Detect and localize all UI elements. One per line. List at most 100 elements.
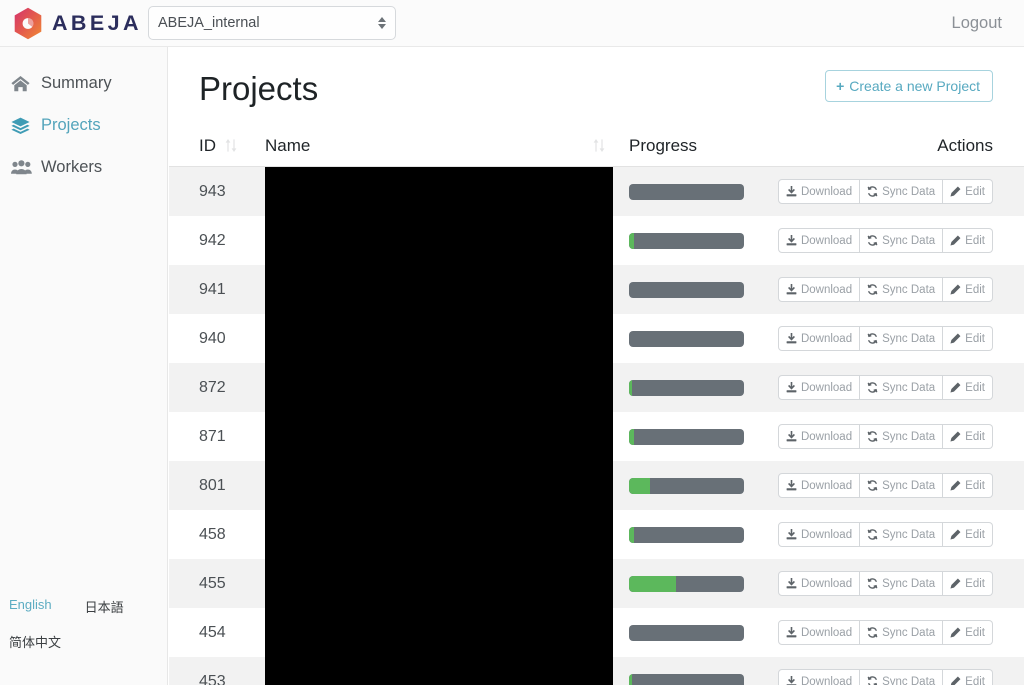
cell-progress — [613, 526, 763, 543]
edit-label: Edit — [965, 332, 985, 345]
edit-button[interactable]: Edit — [943, 669, 993, 685]
brand-logo[interactable]: ABEJA — [0, 7, 148, 40]
table-row[interactable]: 453 Download Sync Data Edit — [169, 657, 1024, 685]
pencil-icon — [950, 235, 961, 246]
column-header-name[interactable]: Name — [265, 136, 613, 156]
sync-data-button[interactable]: Sync Data — [860, 571, 944, 596]
cell-project-id: 455 — [199, 574, 226, 592]
home-icon — [11, 75, 33, 92]
abeja-hexagon-logo-icon — [13, 7, 43, 40]
table-row[interactable]: 454 Download Sync Data Edit — [169, 608, 1024, 657]
progress-bar-fill — [629, 673, 633, 685]
sidebar: Summary Projects Workers English 日本語 简体中… — [0, 47, 168, 685]
edit-button[interactable]: Edit — [943, 326, 993, 351]
progress-bar-fill — [629, 575, 677, 592]
cell-project-id: 940 — [199, 329, 226, 347]
edit-button[interactable]: Edit — [943, 179, 993, 204]
download-label: Download — [800, 283, 853, 296]
download-button[interactable]: Download — [777, 277, 861, 302]
download-button[interactable]: Download — [777, 669, 861, 685]
sort-updown-icon[interactable] — [225, 138, 237, 153]
download-button[interactable]: Download — [777, 571, 861, 596]
download-icon — [786, 627, 797, 638]
cell-progress — [613, 673, 763, 685]
pencil-icon — [950, 578, 961, 589]
page-header: Projects + Create a new Project — [169, 47, 1024, 105]
projects-table: ID Name Progress Actions 943 Download Sy… — [169, 125, 1024, 685]
edit-button[interactable]: Edit — [943, 522, 993, 547]
edit-button[interactable]: Edit — [943, 228, 993, 253]
language-japanese[interactable]: 日本語 — [85, 597, 124, 616]
language-simplified-chinese[interactable]: 简体中文 — [9, 632, 61, 651]
sync-icon — [867, 480, 878, 491]
create-new-project-button[interactable]: + Create a new Project — [825, 70, 993, 102]
sync-data-label: Sync Data — [882, 332, 936, 345]
sync-data-button[interactable]: Sync Data — [860, 179, 944, 204]
organization-select[interactable]: ABEJA_internal — [148, 6, 396, 40]
sync-data-button[interactable]: Sync Data — [860, 375, 944, 400]
sidebar-item-summary[interactable]: Summary — [0, 66, 167, 101]
sync-data-button[interactable]: Sync Data — [860, 277, 944, 302]
main-content: Projects + Create a new Project ID Name — [169, 47, 1024, 685]
edit-button[interactable]: Edit — [943, 375, 993, 400]
edit-button[interactable]: Edit — [943, 277, 993, 302]
table-row[interactable]: 871 Download Sync Data Edit — [169, 412, 1024, 461]
edit-label: Edit — [965, 626, 985, 639]
edit-button[interactable]: Edit — [943, 424, 993, 449]
download-button[interactable]: Download — [777, 522, 861, 547]
cell-actions: Download Sync Data Edit — [763, 228, 993, 253]
table-row[interactable]: 801 Download Sync Data Edit — [169, 461, 1024, 510]
cell-project-id: 872 — [199, 378, 226, 396]
progress-bar — [629, 183, 744, 200]
download-icon — [786, 676, 797, 685]
table-row[interactable]: 872 Download Sync Data Edit — [169, 363, 1024, 412]
table-row[interactable]: 455 Download Sync Data Edit — [169, 559, 1024, 608]
edit-button[interactable]: Edit — [943, 571, 993, 596]
sync-data-button[interactable]: Sync Data — [860, 424, 944, 449]
column-header-id[interactable]: ID — [199, 136, 265, 156]
download-label: Download — [800, 675, 853, 685]
sidebar-item-workers[interactable]: Workers — [0, 150, 167, 185]
table-row[interactable]: 458 Download Sync Data Edit — [169, 510, 1024, 559]
download-button[interactable]: Download — [777, 473, 861, 498]
edit-button[interactable]: Edit — [943, 620, 993, 645]
logout-link[interactable]: Logout — [952, 14, 1002, 33]
progress-bar — [629, 526, 744, 543]
layers-icon — [11, 117, 33, 134]
table-row[interactable]: 942 Download Sync Data Edit — [169, 216, 1024, 265]
sync-data-label: Sync Data — [882, 283, 936, 296]
download-button[interactable]: Download — [777, 620, 861, 645]
sidebar-item-projects[interactable]: Projects — [0, 108, 167, 143]
sync-data-label: Sync Data — [882, 185, 936, 198]
pencil-icon — [950, 186, 961, 197]
row-action-button-group: Download Sync Data Edit — [777, 179, 993, 204]
sync-data-button[interactable]: Sync Data — [860, 473, 944, 498]
sort-updown-icon[interactable] — [593, 138, 605, 153]
sync-data-button[interactable]: Sync Data — [860, 326, 944, 351]
download-icon — [786, 578, 797, 589]
download-button[interactable]: Download — [777, 179, 861, 204]
sync-icon — [867, 284, 878, 295]
download-button[interactable]: Download — [777, 375, 861, 400]
edit-label: Edit — [965, 381, 985, 394]
download-button[interactable]: Download — [777, 228, 861, 253]
download-button[interactable]: Download — [777, 424, 861, 449]
table-row[interactable]: 940 Download Sync Data Edit — [169, 314, 1024, 363]
plus-icon: + — [836, 78, 845, 94]
language-english[interactable]: English — [9, 597, 52, 616]
sync-data-button[interactable]: Sync Data — [860, 522, 944, 547]
cell-project-id: 454 — [199, 623, 226, 641]
row-action-button-group: Download Sync Data Edit — [777, 277, 993, 302]
sync-data-button[interactable]: Sync Data — [860, 620, 944, 645]
edit-button[interactable]: Edit — [943, 473, 993, 498]
download-button[interactable]: Download — [777, 326, 861, 351]
download-icon — [786, 529, 797, 540]
table-row[interactable]: 941 Download Sync Data Edit — [169, 265, 1024, 314]
sync-data-button[interactable]: Sync Data — [860, 669, 944, 685]
row-action-button-group: Download Sync Data Edit — [777, 473, 993, 498]
sync-icon — [867, 382, 878, 393]
pencil-icon — [950, 333, 961, 344]
table-row[interactable]: 943 Download Sync Data Edit — [169, 167, 1024, 216]
cell-actions: Download Sync Data Edit — [763, 571, 993, 596]
sync-data-button[interactable]: Sync Data — [860, 228, 944, 253]
